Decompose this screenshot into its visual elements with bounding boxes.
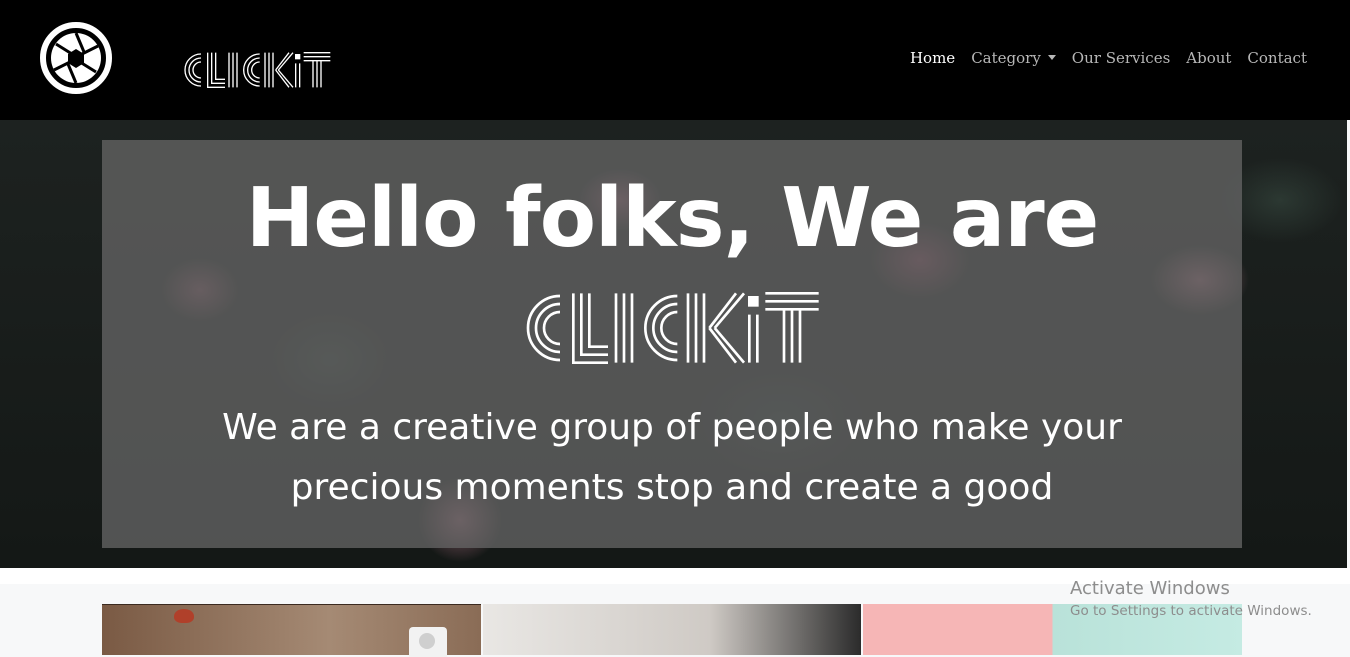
hero-overlay: Hello folks, We are We are a creative gr… xyxy=(102,140,1242,548)
hero-subtitle: We are a creative group of people who ma… xyxy=(222,407,1122,508)
activate-windows-watermark: Activate Windows Go to Settings to activ… xyxy=(1070,578,1312,622)
navbar: Home Category Our Services About Contact xyxy=(0,0,1350,120)
gallery-card[interactable] xyxy=(482,604,862,655)
watermark-subtitle: Go to Settings to activate Windows. xyxy=(1070,603,1312,619)
hero-brand-wordmark xyxy=(526,292,820,364)
hero-title: Hello folks, We are xyxy=(245,171,1100,266)
camera-shutter-icon xyxy=(40,22,112,94)
nav-about[interactable]: About xyxy=(1186,49,1231,67)
nav-home[interactable]: Home xyxy=(910,49,955,67)
nav-our-services[interactable]: Our Services xyxy=(1072,49,1170,67)
hero-banner: Hello folks, We are We are a creative gr… xyxy=(0,120,1347,568)
cup-image xyxy=(409,627,447,657)
butterfly-image xyxy=(174,609,194,623)
caret-down-icon xyxy=(1047,54,1056,60)
main-nav: Home Category Our Services About Contact xyxy=(910,49,1307,67)
nav-contact[interactable]: Contact xyxy=(1247,49,1307,67)
gallery-card[interactable] xyxy=(102,604,481,657)
clickit-wordmark xyxy=(184,52,331,88)
nav-category[interactable]: Category xyxy=(971,49,1056,67)
nav-category-label: Category xyxy=(971,49,1041,67)
watermark-title: Activate Windows xyxy=(1070,578,1230,599)
brand-logo[interactable] xyxy=(40,22,331,94)
